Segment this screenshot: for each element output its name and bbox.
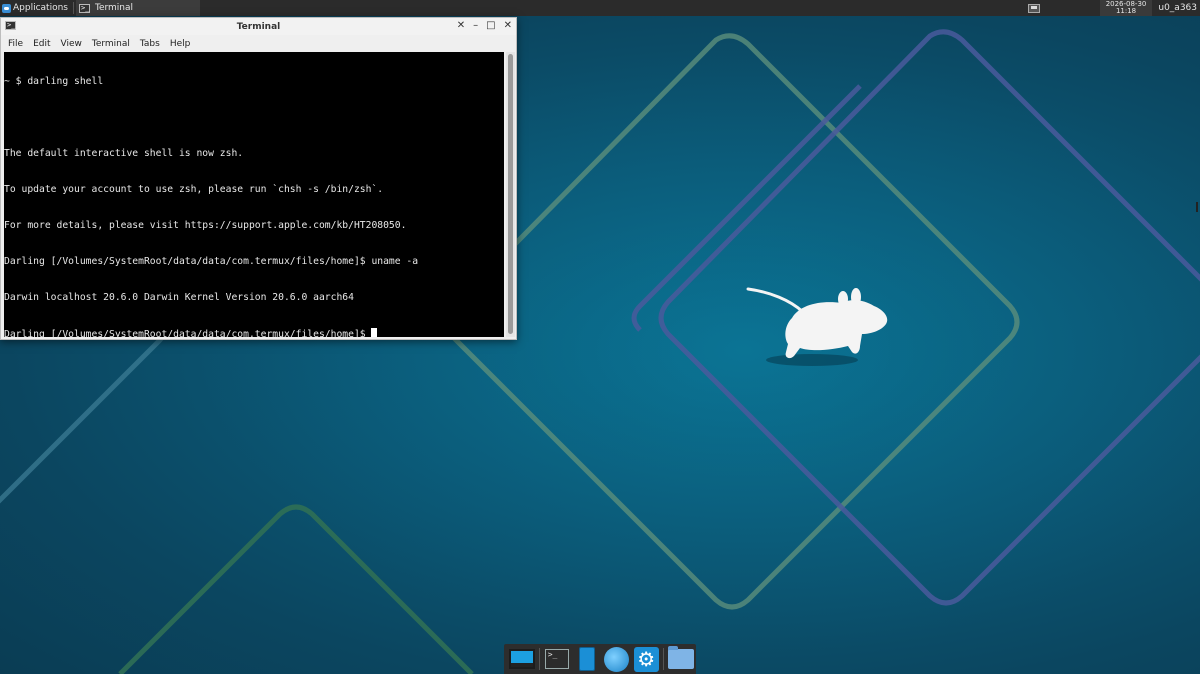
menu-terminal[interactable]: Terminal: [92, 39, 130, 49]
scrollbar-thumb[interactable]: [508, 54, 513, 334]
terminal-window-icon[interactable]: >_: [5, 21, 16, 30]
terminal-scrollbar[interactable]: [506, 52, 515, 337]
dock-separator: [538, 648, 540, 670]
phone-icon: [578, 647, 595, 671]
clock[interactable]: 2026-08-30 11:18: [1099, 0, 1153, 16]
menu-tabs[interactable]: Tabs: [140, 39, 160, 49]
terminal-prompt-line: Darling [/Volumes/SystemRoot/data/data/c…: [4, 328, 504, 337]
maximize-button[interactable]: □: [486, 20, 495, 31]
applications-menu-button[interactable]: Applications: [0, 0, 71, 16]
terminal-output[interactable]: ~ $ darling shell The default interactiv…: [4, 52, 504, 337]
settings-icon: ⚙: [633, 646, 659, 672]
taskbar-terminal-button[interactable]: >_ Terminal: [75, 0, 200, 16]
applications-label: Applications: [13, 3, 68, 13]
window-menu-icon[interactable]: ✕: [457, 20, 465, 31]
menu-view[interactable]: View: [61, 39, 82, 49]
clock-time: 11:18: [1115, 7, 1137, 15]
panel-separator: [72, 2, 74, 14]
text-cursor: [371, 328, 378, 337]
terminal-line: The default interactive shell is now zsh…: [4, 148, 244, 159]
terminal-line: Darwin localhost 20.6.0 Darwin Kernel Ve…: [4, 292, 354, 303]
file-manager-icon: [668, 646, 695, 669]
system-tray: 2026-08-30 11:18 u0_a363: [1027, 0, 1200, 16]
close-button[interactable]: ✕: [504, 20, 512, 31]
terminal-line: For more details, please visit https://s…: [4, 220, 407, 231]
dock-terminal[interactable]: >_: [542, 645, 572, 673]
terminal-titlebar[interactable]: >_ Terminal ✕ – □ ✕: [1, 18, 516, 35]
dock: >_ ⚙: [504, 644, 696, 674]
dock-show-desktop[interactable]: [507, 645, 537, 673]
terminal-icon: >_: [78, 3, 90, 13]
window-title: Terminal: [236, 21, 281, 32]
user-menu[interactable]: u0_a363: [1152, 3, 1200, 13]
taskbar-terminal-label: Terminal: [94, 3, 134, 13]
dock-settings[interactable]: ⚙: [631, 645, 661, 673]
menu-edit[interactable]: Edit: [33, 39, 50, 49]
terminal-line: Darling [/Volumes/SystemRoot/data/data/c…: [4, 256, 419, 267]
terminal-prompt: Darling [/Volumes/SystemRoot/data/data/c…: [4, 329, 372, 337]
menu-file[interactable]: File: [8, 39, 23, 49]
terminal-icon: >_: [544, 649, 569, 669]
top-panel: Applications >_ Terminal 2026-08-30 11:1…: [0, 0, 1200, 16]
dock-file-manager[interactable]: [666, 645, 696, 673]
terminal-menubar: File Edit View Terminal Tabs Help: [1, 35, 516, 52]
dock-separator: [663, 648, 665, 670]
show-desktop-icon: [508, 649, 535, 669]
dock-web-browser[interactable]: [601, 645, 631, 673]
terminal-line: ~ $ darling shell: [4, 76, 104, 87]
terminal-line: To update your account to use zsh, pleas…: [4, 184, 384, 195]
menu-help[interactable]: Help: [170, 39, 191, 49]
minimize-button[interactable]: –: [473, 20, 478, 31]
terminal-window: >_ Terminal ✕ – □ ✕ File Edit View Termi…: [0, 17, 517, 340]
web-browser-icon: [603, 646, 629, 672]
workspace-switcher-icon[interactable]: [1027, 3, 1040, 13]
xfce-logo-icon: [2, 3, 11, 13]
dock-phone[interactable]: [572, 645, 602, 673]
mouse-pointer-icon: [1196, 202, 1200, 212]
